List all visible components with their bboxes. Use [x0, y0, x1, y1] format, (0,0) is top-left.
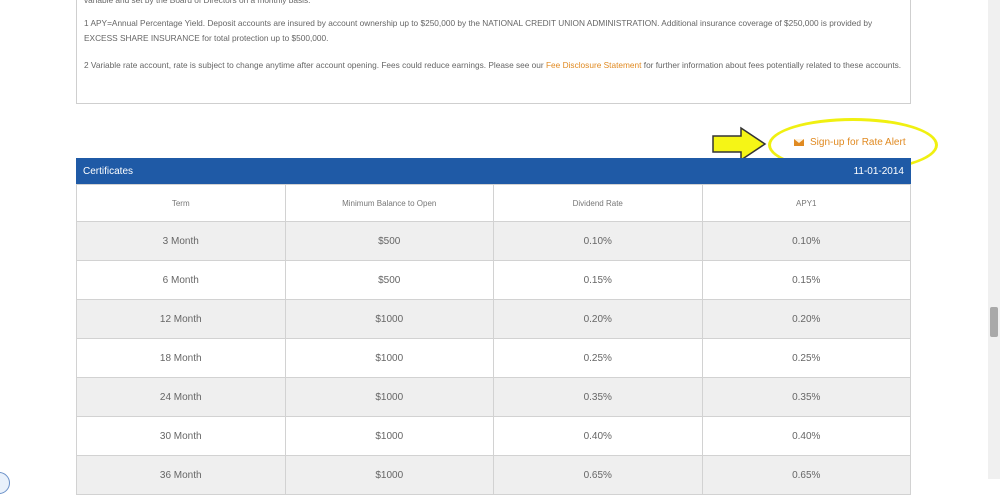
dividend-rate-cell: 0.25%	[493, 338, 703, 378]
table-row: 12 Month $1000 0.20% 0.20%	[76, 299, 911, 339]
column-header-term: Term	[76, 184, 286, 222]
table-row: 30 Month $1000 0.40% 0.40%	[76, 416, 911, 456]
apy-cell: 0.15%	[701, 260, 911, 300]
apy-cell: 0.35%	[701, 377, 911, 417]
certificates-title: Certificates	[83, 165, 134, 177]
column-header-dividend-rate: Dividend Rate	[493, 184, 703, 222]
fee-disclosure-link[interactable]: Fee Disclosure Statement	[546, 60, 641, 70]
table-row: 24 Month $1000 0.35% 0.35%	[76, 377, 911, 417]
minimum-balance-cell: $1000	[284, 416, 494, 456]
note-variable-rate: 2 Variable rate account, rate is subject…	[84, 58, 904, 73]
column-header-apy: APY1	[701, 184, 911, 222]
term-cell: 30 Month	[76, 416, 286, 456]
apy-cell: 0.10%	[701, 221, 911, 261]
minimum-balance-cell: $1000	[284, 338, 494, 378]
minimum-balance-cell: $1000	[284, 299, 494, 339]
certificates-table: Term Minimum Balance to Open Dividend Ra…	[76, 184, 911, 495]
term-cell: 12 Month	[76, 299, 286, 339]
rate-alert-signup-link[interactable]: Sign-up for Rate Alert	[794, 137, 906, 148]
minimum-balance-cell: $1000	[284, 377, 494, 417]
rates-effective-date: 11-01-2014	[853, 165, 904, 177]
yellow-arrow-annotation	[712, 126, 767, 162]
envelope-icon	[794, 139, 804, 146]
dividend-rate-cell: 0.20%	[493, 299, 703, 339]
minimum-balance-cell: $1000	[284, 455, 494, 495]
minimum-balance-cell: $500	[284, 221, 494, 261]
certificates-rate-table: Certificates 11-01-2014 Term Minimum Bal…	[76, 158, 911, 495]
note-apy-definition: 1 APY=Annual Percentage Yield. Deposit a…	[84, 18, 873, 43]
table-row: 18 Month $1000 0.25% 0.25%	[76, 338, 911, 378]
scrollbar-thumb[interactable]	[990, 307, 998, 337]
term-cell: 18 Month	[76, 338, 286, 378]
table-row: 3 Month $500 0.10% 0.10%	[76, 221, 911, 261]
note-variable-rate-text: 2 Variable rate account, rate is subject…	[84, 60, 546, 70]
apy-cell: 0.20%	[701, 299, 911, 339]
dividend-rate-cell: 0.35%	[493, 377, 703, 417]
minimum-balance-cell: $500	[284, 260, 494, 300]
term-cell: 24 Month	[76, 377, 286, 417]
term-cell: 3 Month	[76, 221, 286, 261]
browser-corner-icon	[0, 472, 10, 494]
dividend-rate-cell: 0.40%	[493, 416, 703, 456]
apy-cell: 0.65%	[701, 455, 911, 495]
note-top-line: variable and set by the Board of Directo…	[84, 0, 311, 5]
term-cell: 36 Month	[76, 455, 286, 495]
table-row: 36 Month $1000 0.65% 0.65%	[76, 455, 911, 495]
certificates-header: Certificates 11-01-2014	[76, 158, 911, 184]
term-cell: 6 Month	[76, 260, 286, 300]
table-column-headers: Term Minimum Balance to Open Dividend Ra…	[76, 184, 911, 222]
table-row: 6 Month $500 0.15% 0.15%	[76, 260, 911, 300]
apy-cell: 0.25%	[701, 338, 911, 378]
column-header-minimum-balance: Minimum Balance to Open	[284, 184, 494, 222]
dividend-rate-cell: 0.65%	[493, 455, 703, 495]
note-variable-rate-tail: for further information about fees poten…	[641, 60, 902, 70]
rate-alert-label: Sign-up for Rate Alert	[810, 137, 906, 148]
dividend-rate-cell: 0.10%	[493, 221, 703, 261]
vertical-scrollbar[interactable]	[988, 0, 1000, 479]
apy-cell: 0.40%	[701, 416, 911, 456]
dividend-rate-cell: 0.15%	[493, 260, 703, 300]
